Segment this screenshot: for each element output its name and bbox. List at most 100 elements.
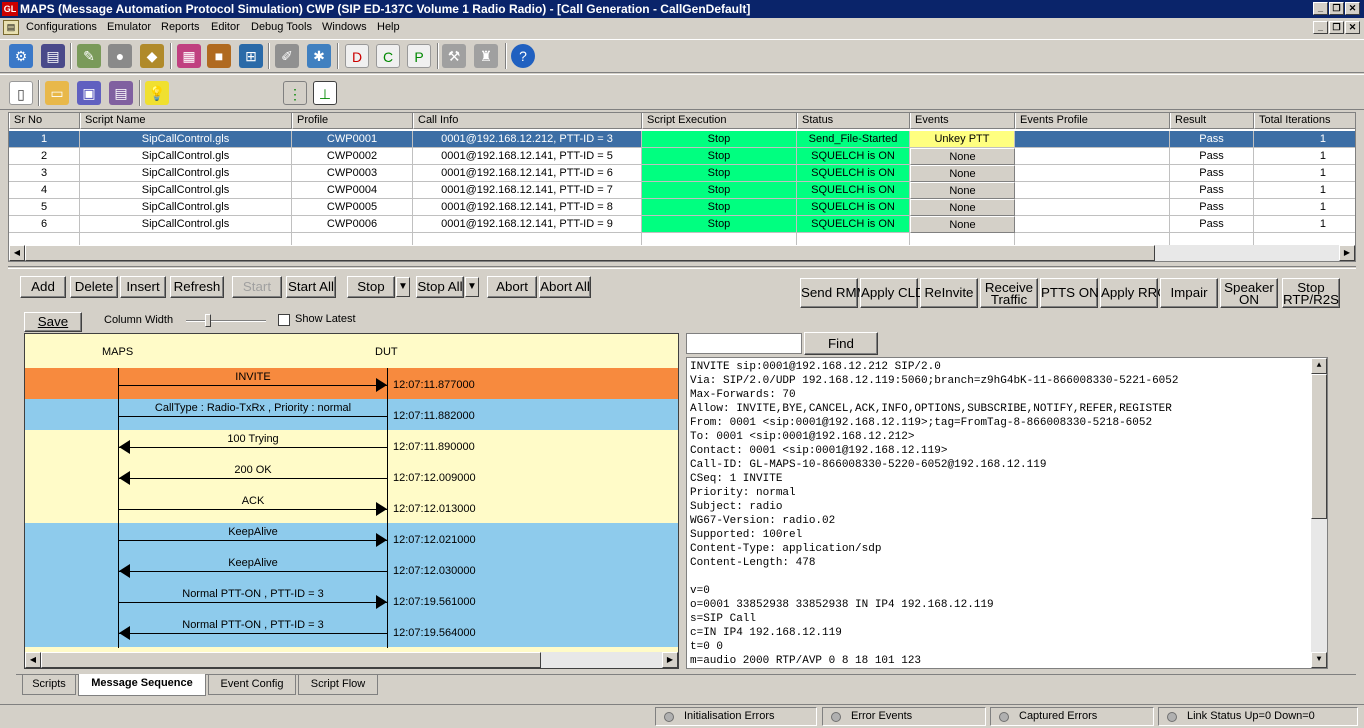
table-row[interactable]: 1 SipCallControl.gls CWP0001 0001@192.168.1… — [9, 131, 1355, 148]
tree-layout-icon[interactable]: ⊥ — [313, 81, 337, 105]
mdi-close-button[interactable]: ✕ — [1345, 21, 1360, 34]
column-header[interactable]: Total Iterations — [1254, 113, 1355, 129]
save-as-icon[interactable]: ▤ — [109, 81, 133, 105]
table-row[interactable]: 5 SipCallControl.gls CWP0005 0001@192.168.1… — [9, 199, 1355, 216]
apply-rrc-button[interactable]: Apply RRC — [1100, 278, 1167, 308]
stop-rtp-r2s-button[interactable]: Stop RTP/R2S — [1282, 278, 1340, 308]
insert-button[interactable]: Insert — [120, 276, 166, 298]
sequence-message-label[interactable]: KeepAlive — [119, 526, 387, 538]
scroll-right-icon[interactable]: ▶ — [662, 652, 678, 668]
message-vertical-scrollbar[interactable]: ▲ ▼ — [1311, 358, 1327, 668]
column-width-slider[interactable] — [186, 314, 266, 328]
script-execution-cell[interactable]: Stop — [642, 165, 797, 182]
edit-icon[interactable]: ✎ — [77, 44, 101, 68]
apply-cld-button[interactable]: Apply CLD — [860, 278, 925, 308]
scroll-left-icon[interactable]: ◀ — [9, 245, 25, 261]
menu-emulator[interactable]: Emulator — [107, 21, 151, 33]
pane-splitter[interactable] — [8, 266, 1356, 269]
column-header[interactable]: Result — [1170, 113, 1254, 129]
save-icon[interactable]: ▣ — [77, 81, 101, 105]
scroll-down-icon[interactable]: ▼ — [1311, 652, 1327, 668]
events-cell[interactable]: None — [910, 199, 1015, 216]
tab-script-flow[interactable]: Script Flow — [298, 675, 378, 695]
column-header[interactable]: Events — [910, 113, 1015, 129]
doc-p-icon[interactable]: P — [407, 44, 431, 68]
document-menu-icon[interactable]: ▤ — [3, 20, 19, 35]
profile-icon[interactable]: ◆ — [140, 44, 164, 68]
tools-icon[interactable]: ⚒ — [442, 44, 466, 68]
notes-icon[interactable]: ▤ — [41, 44, 65, 68]
menu-reports[interactable]: Reports — [161, 21, 200, 33]
sequence-message-label[interactable]: 200 OK — [119, 464, 387, 476]
column-header[interactable]: Status — [797, 113, 910, 129]
events-cell[interactable]: None — [910, 216, 1015, 233]
table-horizontal-scrollbar[interactable]: ◀ ▶ — [9, 245, 1355, 261]
message-detail-pane[interactable]: INVITE sip:0001@192.168.12.212 SIP/2.0 Vi… — [686, 357, 1328, 669]
error-events-indicator[interactable]: Error Events — [822, 707, 986, 726]
reinvite-button[interactable]: ReInvite — [920, 278, 978, 308]
run-icon[interactable]: ● — [108, 44, 132, 68]
help-icon[interactable]: ? — [511, 44, 535, 68]
column-header[interactable]: Events Profile — [1015, 113, 1170, 129]
scroll-thumb[interactable] — [25, 245, 1155, 261]
receive-traffic-button[interactable]: Receive Traffic — [980, 278, 1038, 308]
column-header[interactable]: Profile — [292, 113, 413, 129]
network-icon[interactable]: ⊞ — [239, 44, 263, 68]
script-execution-cell[interactable]: Stop — [642, 199, 797, 216]
add-button[interactable]: Add — [20, 276, 66, 298]
column-header[interactable]: Script Execution — [642, 113, 797, 129]
events-cell[interactable]: None — [910, 165, 1015, 182]
scroll-up-icon[interactable]: ▲ — [1311, 358, 1327, 374]
scroll-right-icon[interactable]: ▶ — [1339, 245, 1355, 261]
open-folder-icon[interactable]: ▭ — [45, 81, 69, 105]
tab-event-config[interactable]: Event Config — [208, 675, 296, 695]
initialisation-errors-indicator[interactable]: Initialisation Errors — [655, 707, 817, 726]
sequence-message-label[interactable]: Normal PTT-ON , PTT-ID = 3 — [119, 619, 387, 631]
menu-editor[interactable]: Editor — [211, 21, 240, 33]
slider-thumb[interactable] — [205, 314, 211, 327]
events-cell[interactable]: None — [910, 148, 1015, 165]
minimize-button[interactable]: _ — [1313, 2, 1328, 15]
script-execution-cell[interactable]: Stop — [642, 148, 797, 165]
column-header[interactable]: Call Info — [413, 113, 642, 129]
settings-icon[interactable]: ✱ — [307, 44, 331, 68]
pen-icon[interactable]: ✐ — [275, 44, 299, 68]
refresh-button[interactable]: Refresh — [170, 276, 224, 298]
table-row[interactable]: 4 SipCallControl.gls CWP0004 0001@192.168.1… — [9, 182, 1355, 199]
table-row[interactable]: 6 SipCallControl.gls CWP0006 0001@192.168.1… — [9, 216, 1355, 233]
start-button[interactable]: Start — [232, 276, 282, 298]
speaker-on-button[interactable]: Speaker ON — [1220, 278, 1278, 308]
table-row[interactable]: 2 SipCallControl.gls CWP0002 0001@192.168.1… — [9, 148, 1355, 165]
stop-all-button[interactable]: Stop All — [416, 276, 464, 298]
scroll-thumb[interactable] — [41, 652, 541, 668]
events-cell[interactable]: Unkey PTT — [910, 131, 1015, 148]
stop-button[interactable]: Stop — [347, 276, 395, 298]
column-header[interactable]: Sr No — [9, 113, 80, 129]
vertical-layout-icon[interactable]: ⋮ — [283, 81, 307, 105]
start-all-button[interactable]: Start All — [286, 276, 336, 298]
sequence-message-label[interactable]: ACK — [119, 495, 387, 507]
sequence-message-label[interactable]: KeepAlive — [119, 557, 387, 569]
find-input[interactable] — [686, 333, 802, 354]
scroll-left-icon[interactable]: ◀ — [25, 652, 41, 668]
mdi-restore-button[interactable]: ❐ — [1329, 21, 1344, 34]
captured-errors-indicator[interactable]: Captured Errors — [990, 707, 1154, 726]
menu-help[interactable]: Help — [377, 21, 400, 33]
mdi-minimize-button[interactable]: _ — [1313, 21, 1328, 34]
ptts-on-button[interactable]: PTTS ON — [1040, 278, 1099, 308]
impair-button[interactable]: Impair — [1160, 278, 1218, 308]
send-rmm-button[interactable]: Send RMM — [800, 278, 868, 308]
new-file-icon[interactable]: ▯ — [9, 81, 33, 105]
sequence-message-label[interactable]: CallType : Radio-TxRx , Priority : norma… — [119, 402, 387, 414]
menu-configurations[interactable]: Configurations — [26, 21, 97, 33]
abort-button[interactable]: Abort — [487, 276, 537, 298]
menu-windows[interactable]: Windows — [322, 21, 367, 33]
stop-all-dropdown-icon[interactable]: ▼ — [465, 277, 479, 297]
script-execution-cell[interactable]: Stop — [642, 216, 797, 233]
tab-scripts[interactable]: Scripts — [22, 675, 76, 695]
tab-message-sequence[interactable]: Message Sequence — [78, 674, 206, 696]
lightbulb-icon[interactable]: 💡 — [145, 81, 169, 105]
close-button[interactable]: ✕ — [1345, 2, 1360, 15]
cubes-icon[interactable]: ▦ — [177, 44, 201, 68]
save-sequence-button[interactable]: Save — [24, 312, 82, 332]
